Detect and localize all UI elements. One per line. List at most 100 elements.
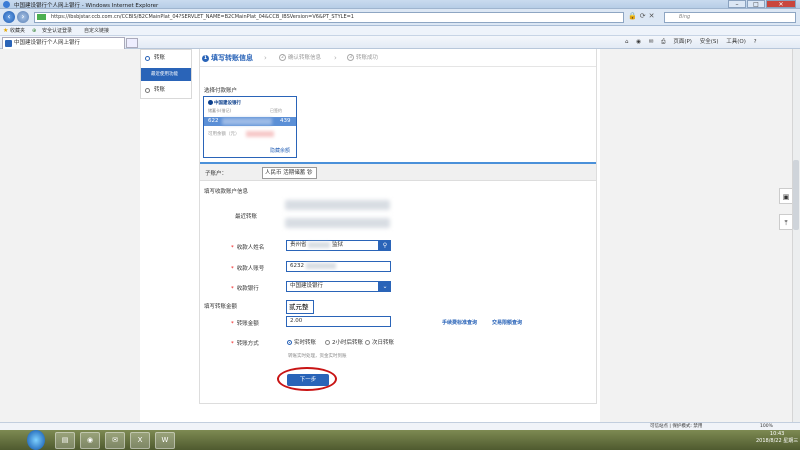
help-menu[interactable]: ? — [754, 39, 757, 45]
step-indicator: 1 填写转账信息 › 2 确认转账信息 › 3 转账成功 — [200, 49, 596, 67]
clock-date: 2018/8/22 星期三 — [756, 438, 799, 444]
back-to-top-icon[interactable]: ⤒ — [779, 214, 793, 230]
chevron-down-icon[interactable]: ⌄ — [379, 281, 391, 292]
home-icon[interactable]: ⌂ — [625, 39, 629, 45]
recent-payee-masked-2[interactable] — [285, 218, 390, 228]
close-button[interactable]: ✕ — [766, 0, 796, 8]
method-note: 转账实时处理，资金实时到账 — [288, 354, 347, 359]
ie-icon — [3, 1, 10, 8]
mail-icon[interactable]: ✉ — [649, 39, 654, 45]
amount-capital-tooltip: 贰元整 — [286, 300, 314, 314]
start-button[interactable] — [27, 430, 45, 450]
nav-recent[interactable]: 最近使用功能 — [141, 68, 191, 81]
left-margin — [0, 49, 140, 430]
print-icon[interactable]: ⎙ — [661, 39, 665, 45]
scrollbar-thumb[interactable] — [793, 160, 799, 230]
ccb-logo: 中国建设银行 — [208, 100, 252, 106]
zoom-level[interactable]: 100% — [760, 423, 773, 430]
taskbar-wechat-icon[interactable]: ✉ — [105, 432, 125, 449]
radio-icon[interactable] — [365, 340, 370, 345]
balance-masked — [246, 131, 274, 137]
feeds-icon[interactable]: ◉ — [636, 39, 641, 45]
clock[interactable]: 10:43 2018/8/22 星期三 — [756, 431, 798, 445]
minimize-button[interactable]: – — [728, 0, 746, 8]
status-bar: 可信站点 | 保护模式: 禁用 100% — [0, 422, 800, 430]
ccb-favicon-icon — [5, 40, 12, 47]
step-3: 3 转账成功 — [347, 49, 378, 67]
contact-card-icon[interactable]: ▣ — [779, 188, 793, 204]
chevron-right-icon: › — [264, 54, 267, 62]
card-status: 已签约 — [270, 108, 282, 113]
step-1: 1 填写转账信息 — [202, 54, 253, 62]
card-type: 储蓄卡(借记) — [208, 108, 232, 113]
card-number-bar: 622 439 — [204, 117, 296, 126]
window-title: 中国建设银行个人网上银行 - Windows Internet Explorer — [14, 3, 159, 9]
address-toolbar: ‹ › https://ibsbjstar.ccb.com.cn/CCBIS/B… — [0, 9, 800, 26]
sub-account-label: 子账户： — [205, 171, 228, 177]
nav-transfer[interactable]: 转账 — [141, 52, 191, 65]
amount-label: * 转账金额 — [231, 321, 259, 327]
highlight-annotation — [277, 367, 337, 391]
contact-icon[interactable]: ⚲ — [379, 240, 391, 251]
bank-select[interactable]: 中国建设银行 — [286, 281, 379, 292]
card-prefix: 622 — [208, 118, 219, 124]
search-input[interactable]: Bing — [664, 12, 796, 23]
safety-menu[interactable]: 安全(S) — [700, 39, 719, 45]
nav-transfer-2[interactable]: 转账 — [141, 84, 191, 97]
method-label: * 转账方式 — [231, 341, 259, 347]
recent-payee-masked[interactable] — [285, 200, 390, 210]
sub-account-bar: 子账户： — [200, 162, 596, 181]
payee-account-input[interactable]: 6232 — [286, 261, 391, 272]
radio-selected-icon[interactable] — [287, 340, 292, 345]
back-button[interactable]: ‹ — [3, 11, 15, 23]
clock-time: 10:43 — [769, 431, 785, 437]
amount-section-title: 填写转账金额 — [204, 304, 238, 310]
address-input[interactable]: https://ibsbjstar.ccb.com.cn/CCBIS/B2CMa… — [34, 12, 624, 23]
favorites-button[interactable]: ★ 收藏夹 — [3, 26, 25, 36]
page-menu[interactable]: 页面(P) — [673, 39, 692, 45]
maximize-button[interactable]: □ — [747, 0, 765, 8]
circle-icon — [145, 56, 150, 61]
window-title-bar: 中国建设银行个人网上银行 - Windows Internet Explorer… — [0, 0, 800, 9]
favorite-link-2[interactable]: 自定义链接 — [84, 26, 109, 36]
gear-icon — [145, 88, 150, 93]
limit-query-link[interactable]: 交易限额查询 — [492, 319, 522, 326]
payee-name-input[interactable]: 贵州省 监狱 — [286, 240, 379, 251]
step-2-number: 2 — [279, 54, 286, 61]
account-label: * 收款人账号 — [231, 266, 265, 272]
radio-icon[interactable] — [325, 340, 330, 345]
payee-section-title: 填写收款账户信息 — [204, 189, 249, 195]
taskbar-ccb-icon[interactable]: ◉ — [80, 432, 100, 449]
payer-section-title: 选择付款账户 — [204, 88, 238, 94]
taskbar-excel-icon[interactable]: X — [130, 432, 150, 449]
bank-label: * 收款银行 — [231, 286, 259, 292]
tools-menu[interactable]: 工具(O) — [726, 39, 746, 45]
card-number-masked — [222, 118, 272, 125]
refresh-stop-icons[interactable]: 🔒⟳✕ — [628, 12, 657, 20]
payer-card[interactable]: 中国建设银行 储蓄卡(借记) 已签约 622 439 可用余额（元） 隐藏余额 — [203, 96, 297, 158]
balance-label: 可用余额（元） — [208, 132, 240, 137]
new-tab-button[interactable] — [126, 38, 138, 48]
hide-balance-link[interactable]: 隐藏余额 — [270, 147, 290, 154]
method-option-2h[interactable]: 2小时后转账 — [325, 338, 363, 346]
tab-active[interactable]: 中国建设银行个人网上银行 — [2, 37, 125, 49]
taskbar-word-icon[interactable]: W — [155, 432, 175, 449]
chevron-right-icon: › — [334, 54, 337, 62]
favorite-link-1[interactable]: 安全认证登录 — [42, 26, 72, 36]
amount-input[interactable]: 2.00 — [286, 316, 391, 327]
favorites-bar: ★ 收藏夹 ⊕ 安全认证登录 自定义链接 — [0, 26, 800, 36]
method-option-nextday[interactable]: 次日转账 — [365, 338, 394, 346]
fee-query-link[interactable]: 手续费标准查询 — [442, 319, 477, 326]
forward-button[interactable]: › — [17, 11, 29, 23]
add-favorite-icon[interactable]: ⊕ — [32, 26, 36, 36]
vertical-scrollbar[interactable] — [792, 49, 800, 430]
side-nav: 转账 最近使用功能 转账 — [140, 49, 192, 99]
taskbar-folder-icon[interactable]: ▤ — [55, 432, 75, 449]
lock-icon — [37, 14, 46, 20]
method-option-realtime[interactable]: 实时转账 — [287, 338, 316, 346]
star-icon: ★ — [3, 27, 9, 34]
right-margin — [600, 49, 792, 430]
sub-account-select[interactable]: 人民币 活期储蓄 钞 — [262, 167, 317, 179]
recent-label: 最近转账 — [235, 214, 258, 220]
step-3-number: 3 — [347, 54, 354, 61]
